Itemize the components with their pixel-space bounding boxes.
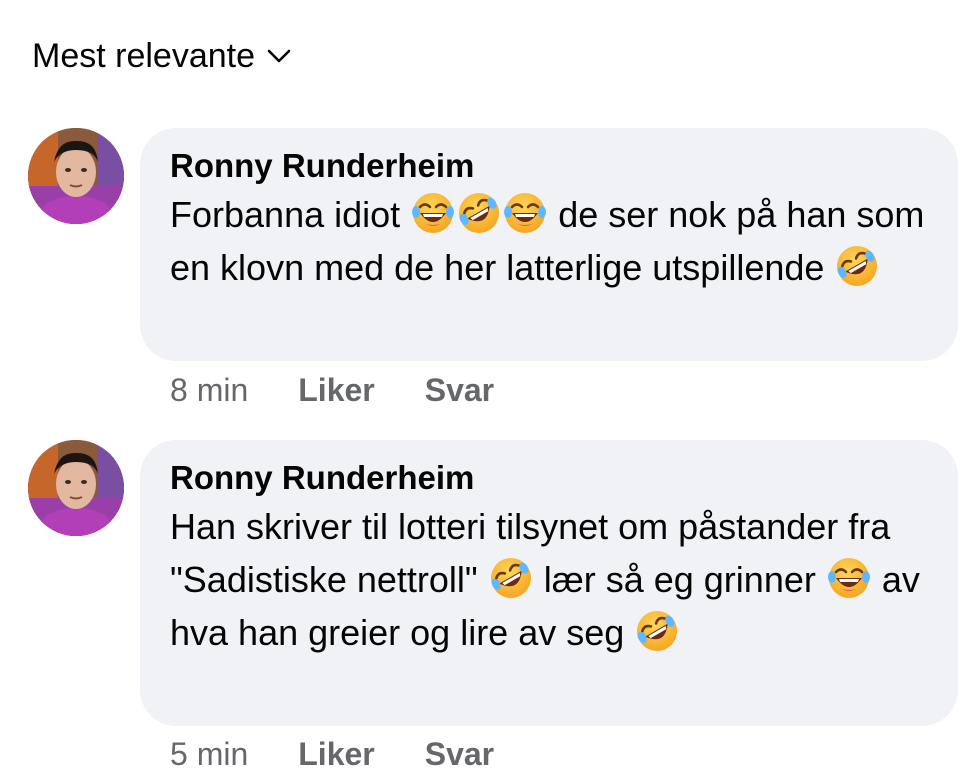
rolling-on-floor-laughing-emoji-icon	[489, 556, 533, 600]
reply-button[interactable]: Svar	[425, 370, 494, 410]
comment-bubble: Ronny Runderheim Forbanna idiot de ser n…	[140, 128, 958, 361]
comment-timestamp[interactable]: 8 min	[170, 370, 248, 410]
like-button[interactable]: Liker	[298, 370, 374, 410]
comment-author[interactable]: Ronny Runderheim	[170, 458, 930, 498]
reply-button[interactable]: Svar	[425, 734, 494, 768]
like-button[interactable]: Liker	[298, 734, 374, 768]
comment-actions: 8 min Liker Svar	[170, 370, 494, 410]
comment-text: Han skriver til lotteri tilsynet om påst…	[170, 500, 930, 659]
comment-text-segment: Forbanna idiot	[170, 194, 401, 235]
tears-of-joy-emoji-icon	[827, 556, 871, 600]
rolling-on-floor-laughing-emoji-icon	[835, 244, 879, 288]
sort-selector[interactable]: Mest relevante	[32, 34, 293, 78]
sort-label: Mest relevante	[32, 37, 255, 75]
avatar[interactable]	[28, 128, 124, 224]
comment-timestamp[interactable]: 5 min	[170, 734, 248, 768]
rolling-on-floor-laughing-emoji-icon	[457, 191, 501, 235]
rolling-on-floor-laughing-emoji-icon	[635, 609, 679, 653]
comment-author[interactable]: Ronny Runderheim	[170, 146, 930, 186]
comment-text: Forbanna idiot de ser nok på han som en …	[170, 188, 930, 294]
comment-bubble: Ronny Runderheim Han skriver til lotteri…	[140, 440, 958, 726]
tears-of-joy-emoji-icon	[503, 191, 547, 235]
avatar[interactable]	[28, 440, 124, 536]
chevron-down-icon	[267, 49, 291, 63]
comment-actions: 5 min Liker Svar	[170, 734, 494, 768]
comment-text-segment: lær så eg grinner	[543, 559, 816, 600]
profile-photo	[28, 440, 124, 536]
tears-of-joy-emoji-icon	[411, 191, 455, 235]
comments-panel: Mest relevante Ronny Runderheim Forbanna…	[0, 0, 960, 768]
profile-photo	[28, 128, 124, 224]
